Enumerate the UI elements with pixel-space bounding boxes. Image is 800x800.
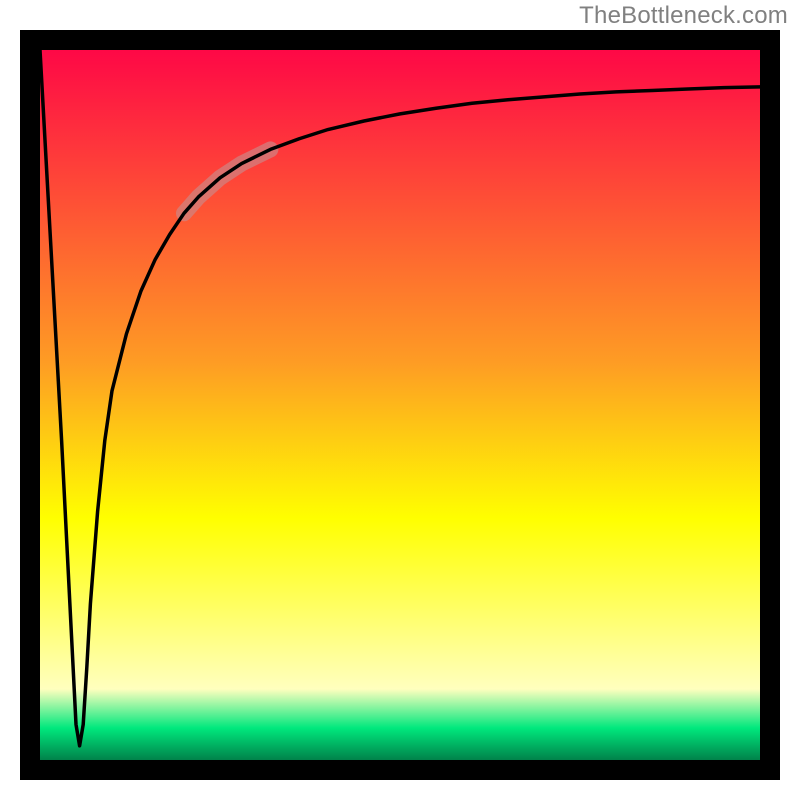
- chart-stage: TheBottleneck.com: [0, 0, 800, 800]
- bottleneck-chart: [0, 0, 800, 800]
- attribution-text: TheBottleneck.com: [579, 2, 788, 30]
- plot-gradient-fill: [40, 50, 760, 760]
